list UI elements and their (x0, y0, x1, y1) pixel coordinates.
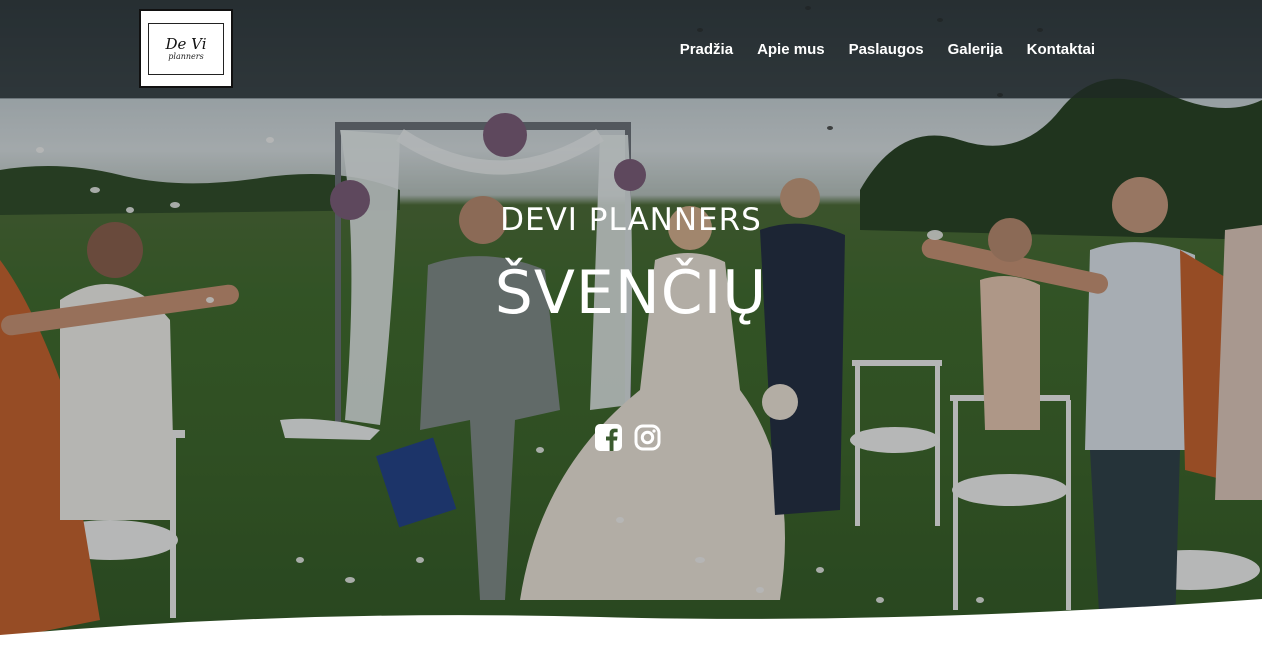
hero-title: ŠVENČIŲ (494, 258, 768, 328)
site-header: De Vi planners Pradžia Apie mus Paslaugo… (0, 0, 1262, 98)
logo-text: De Vi (165, 34, 207, 53)
logo-subtext: planners (168, 51, 204, 61)
instagram-icon[interactable] (634, 424, 661, 451)
site-logo[interactable]: De Vi planners (139, 9, 233, 88)
logo-frame: De Vi planners (148, 22, 224, 75)
nav-item-gallery[interactable]: Galerija (936, 40, 1015, 60)
nav-item-home[interactable]: Pradžia (668, 40, 745, 60)
nav-item-about[interactable]: Apie mus (745, 40, 837, 60)
nav-item-contacts[interactable]: Kontaktai (1015, 40, 1107, 60)
hero-bottom-wave (0, 599, 1262, 653)
facebook-icon[interactable] (595, 424, 622, 451)
nav-item-services[interactable]: Paslaugos (837, 40, 936, 60)
social-links (595, 424, 661, 451)
main-nav: Pradžia Apie mus Paslaugos Galerija Kont… (668, 40, 1107, 60)
hero-subtitle: DEVI PLANNERS (500, 202, 762, 238)
